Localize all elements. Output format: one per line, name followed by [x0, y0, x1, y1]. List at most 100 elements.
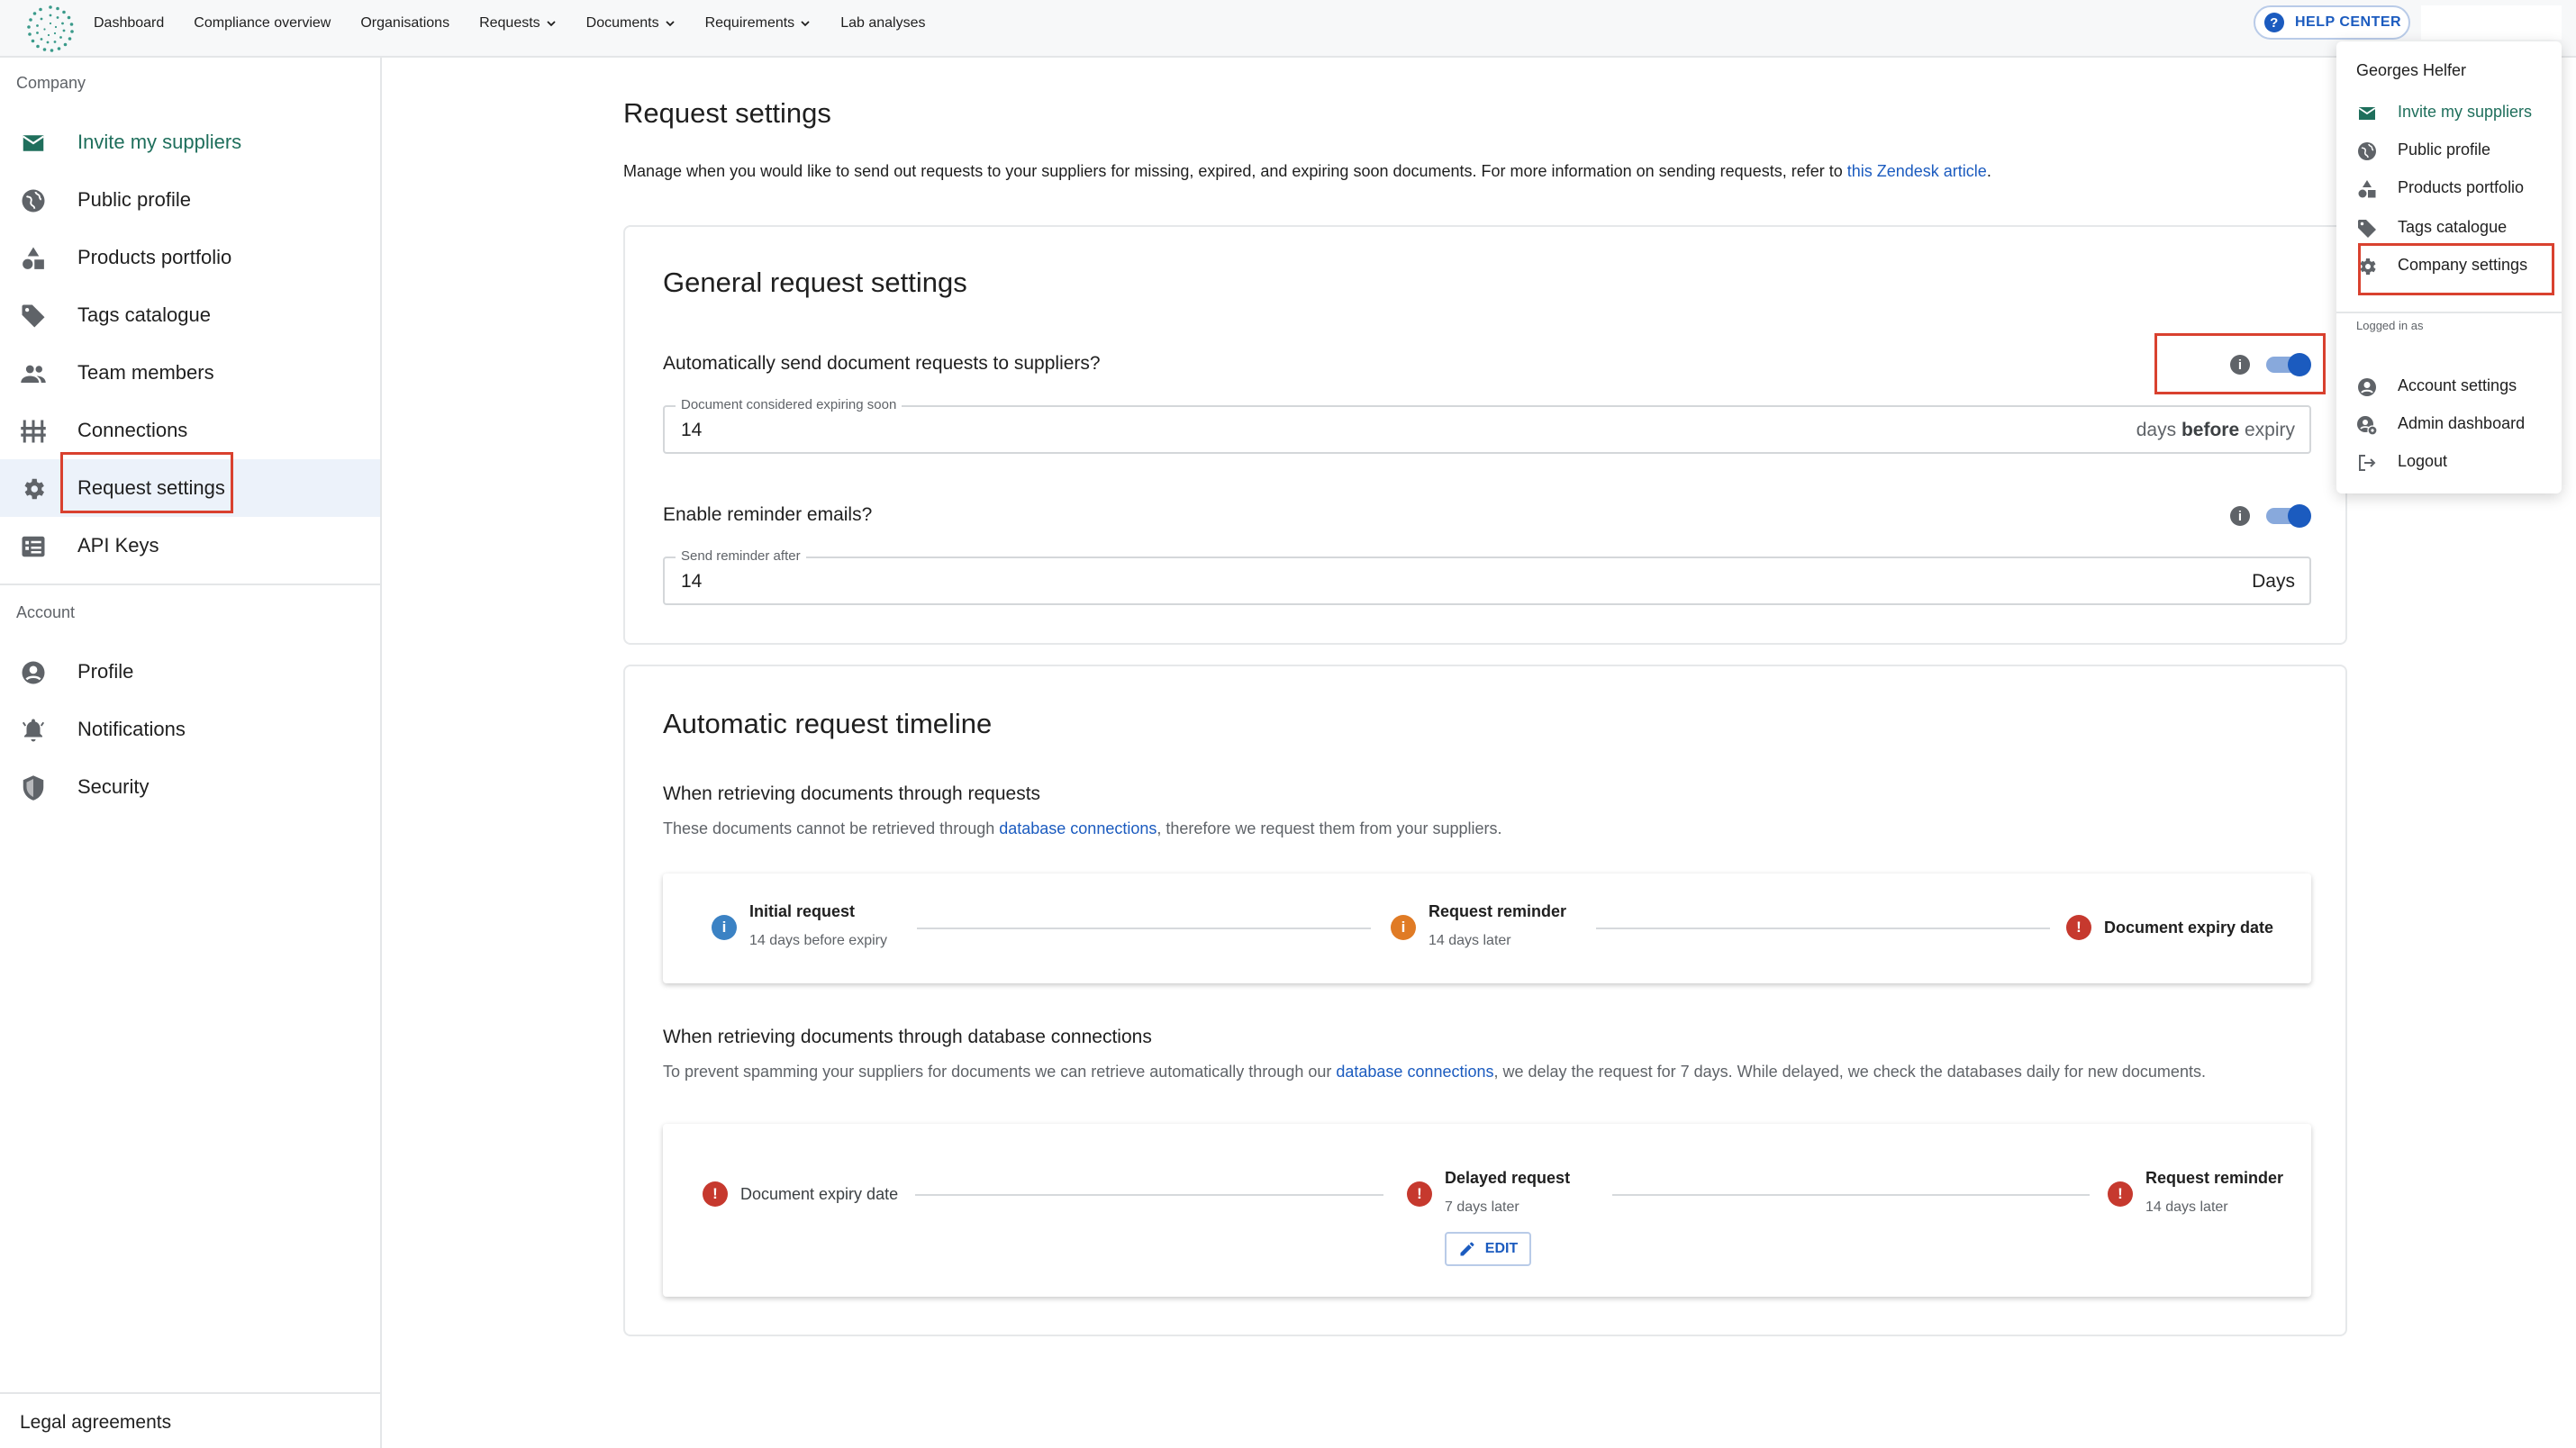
- help-center-button[interactable]: ? HELP CENTER: [2254, 5, 2410, 40]
- menu-item-tags-catalogue[interactable]: Tags catalogue: [2336, 209, 2562, 247]
- annotation-highlight-box: [2154, 333, 2326, 394]
- timeline-card: Automatic request timeline When retrievi…: [623, 665, 2347, 1336]
- chevron-down-icon: [801, 21, 810, 27]
- sidebar-divider: [0, 584, 380, 585]
- auto-send-label: Automatically send document requests to …: [663, 353, 1101, 374]
- timeline-connector: [915, 1194, 1383, 1196]
- sidebar-divider: [0, 1392, 380, 1394]
- dropdown-user-name: Georges Helfer: [2356, 61, 2467, 79]
- tag-icon: [22, 304, 45, 328]
- requests-section-title: When retrieving documents through reques…: [663, 783, 1041, 804]
- timeline-step-sub: 7 days later: [1445, 1199, 1519, 1215]
- alert-icon: !: [2108, 1181, 2133, 1207]
- admin-icon: [2357, 416, 2378, 436]
- expiring-soon-field[interactable]: Document considered expiring soon 14 day…: [663, 397, 2311, 454]
- sidebar-section-account: Account: [16, 603, 76, 621]
- sidebar-item-connections[interactable]: Connections: [0, 402, 380, 459]
- legal-agreements-link[interactable]: Legal agreements: [20, 1412, 171, 1434]
- nav-organisations[interactable]: Organisations: [360, 15, 449, 32]
- card-title: General request settings: [663, 267, 967, 298]
- menu-item-invite-suppliers[interactable]: Invite my suppliers: [2336, 94, 2562, 131]
- chevron-down-icon: [547, 21, 556, 27]
- sidebar-item-api-keys[interactable]: API Keys: [0, 517, 380, 575]
- menu-item-products-portfolio[interactable]: Products portfolio: [2336, 169, 2562, 207]
- timeline-connector: [1612, 1194, 2090, 1196]
- db-timeline: ! Document expiry date ! Delayed request…: [663, 1124, 2311, 1297]
- annotation-highlight-box: [60, 452, 233, 513]
- shield-icon: [23, 775, 44, 801]
- timeline-step-title: Initial request: [749, 902, 856, 920]
- edit-delay-button[interactable]: EDIT: [1445, 1232, 1531, 1266]
- timeline-step-title: Document expiry date: [2104, 919, 2274, 937]
- settings-sidebar: Company Invite my suppliers Public profi…: [0, 58, 382, 1448]
- nav-requirements[interactable]: Requirements: [705, 15, 812, 32]
- logged-in-as-label: Logged in as: [2356, 319, 2424, 332]
- menu-item-logout[interactable]: Logout: [2336, 443, 2562, 481]
- menu-item-admin-dashboard[interactable]: Admin dashboard: [2336, 405, 2562, 443]
- sidebar-item-team-members[interactable]: Team members: [0, 344, 380, 402]
- sidebar-item-notifications[interactable]: Notifications: [0, 701, 380, 758]
- field-label: Send reminder after: [676, 548, 806, 564]
- user-menu-button[interactable]: [2421, 5, 2562, 40]
- sidebar-item-invite-suppliers[interactable]: Invite my suppliers: [0, 113, 380, 171]
- field-suffix: days before expiry: [2136, 420, 2295, 440]
- sidebar-item-profile[interactable]: Profile: [0, 643, 380, 701]
- sidebar-item-label: Tags catalogue: [77, 303, 211, 326]
- sidebar-item-tags-catalogue[interactable]: Tags catalogue: [0, 286, 380, 344]
- sidebar-item-label: Notifications: [77, 718, 186, 740]
- sidebar-item-label: API Keys: [77, 534, 159, 557]
- nav-documents[interactable]: Documents: [586, 15, 676, 32]
- user-circle-icon: [22, 661, 45, 684]
- db-section-title: When retrieving documents through databa…: [663, 1027, 1152, 1047]
- database-connections-link[interactable]: database connections: [1336, 1063, 1493, 1081]
- info-icon[interactable]: i: [2230, 506, 2250, 526]
- field-value: 14: [681, 420, 703, 440]
- nav-dashboard[interactable]: Dashboard: [94, 15, 164, 32]
- annotation-highlight-box: [2358, 243, 2554, 295]
- sidebar-item-security[interactable]: Security: [0, 758, 380, 816]
- field-label: Document considered expiring soon: [676, 397, 903, 412]
- globe-icon: [2358, 142, 2376, 160]
- toggle-knob: [2288, 504, 2311, 528]
- people-icon: [21, 365, 46, 383]
- user-circle-icon: [2358, 378, 2376, 396]
- api-keys-icon: [22, 536, 45, 557]
- send-reminder-after-field[interactable]: Send reminder after 14 Days: [663, 548, 2311, 605]
- sidebar-item-label: Profile: [77, 660, 134, 683]
- timeline-step-sub: 14 days later: [1429, 933, 1511, 948]
- timeline-step-sub: 14 days later: [2145, 1199, 2228, 1215]
- reminder-toggle[interactable]: [2266, 504, 2311, 528]
- timeline-connector: [917, 928, 1371, 929]
- top-navigation-bar: Dashboard Compliance overview Organisati…: [0, 0, 2576, 58]
- mail-icon: [23, 135, 44, 151]
- menu-item-account-settings[interactable]: Account settings: [2336, 367, 2562, 405]
- globe-icon: [22, 189, 45, 213]
- nav-compliance-overview[interactable]: Compliance overview: [194, 15, 331, 32]
- page-title: Request settings: [623, 97, 831, 129]
- bell-icon: [22, 719, 45, 742]
- general-settings-card: General request settings Automatically s…: [623, 225, 2347, 645]
- db-section-desc: To prevent spamming your suppliers for d…: [663, 1063, 2206, 1081]
- connections-icon: [21, 420, 46, 443]
- sidebar-item-label: Security: [77, 775, 150, 798]
- nav-requests[interactable]: Requests: [479, 15, 557, 32]
- timeline-connector: [1596, 928, 2050, 929]
- chevron-down-icon: [665, 21, 675, 27]
- logo-icon[interactable]: [25, 4, 76, 54]
- shapes-icon: [2358, 180, 2376, 198]
- sidebar-item-public-profile[interactable]: Public profile: [0, 171, 380, 229]
- menu-item-public-profile[interactable]: Public profile: [2336, 131, 2562, 169]
- nav-lab-analyses[interactable]: Lab analyses: [840, 15, 925, 32]
- sidebar-item-label: Connections: [77, 419, 188, 441]
- timeline-step-title: Document expiry date: [740, 1185, 899, 1203]
- alert-icon: !: [703, 1181, 728, 1207]
- tag-icon: [2358, 220, 2376, 238]
- timeline-step-title: Delayed request: [1445, 1169, 1571, 1187]
- logout-icon: [2359, 455, 2376, 471]
- sidebar-item-products-portfolio[interactable]: Products portfolio: [0, 229, 380, 286]
- sidebar-item-label: Team members: [77, 361, 214, 384]
- database-connections-link[interactable]: database connections: [999, 819, 1156, 837]
- reminder-label: Enable reminder emails?: [663, 504, 873, 525]
- zendesk-article-link[interactable]: this Zendesk article: [1847, 162, 1987, 180]
- shapes-icon: [23, 247, 44, 269]
